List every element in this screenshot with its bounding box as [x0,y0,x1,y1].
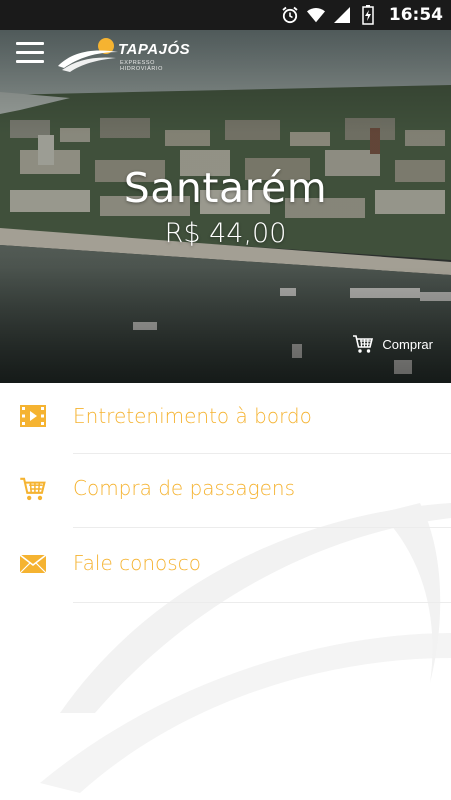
app-logo: TAPAJÓS EXPRESSO HIDROVIÁRIO [56,36,196,74]
buy-button[interactable]: Comprar [352,334,433,354]
menu-item-entertainment[interactable]: Entretenimento à bordo [0,383,451,453]
menu-divider [73,602,451,603]
video-icon [18,401,48,431]
brand-tagline: EXPRESSO HIDROVIÁRIO [120,60,163,72]
menu-icon[interactable] [16,42,44,64]
menu-item-label: Fale conosco [73,551,201,575]
wifi-icon [306,6,325,24]
mail-icon [18,549,48,579]
menu-item-label: Entretenimento à bordo [73,404,312,428]
main-menu: Entretenimento à bordo Compra de passage… [0,383,451,800]
hero-banner: TAPAJÓS EXPRESSO HIDROVIÁRIO Santarém R$… [0,0,451,383]
logo-wave-icon [58,38,118,72]
status-bar: 16:54 [0,0,451,30]
menu-item-contact[interactable]: Fale conosco [0,528,451,598]
menu-item-tickets[interactable]: Compra de passagens [0,454,451,524]
alarm-icon [281,6,299,24]
buy-label: Comprar [382,336,433,352]
cart-icon [353,335,374,353]
destination-city: Santarém [123,164,328,212]
status-time: 16:54 [388,5,443,25]
app-toolbar: TAPAJÓS EXPRESSO HIDROVIÁRIO [0,30,451,78]
battery-icon [359,5,377,25]
brand-name: TAPAJÓS [118,41,191,58]
menu-item-label: Compra de passagens [73,476,296,500]
signal-icon [333,6,351,24]
ticket-price: R$ 44,00 [164,218,287,249]
cart-icon [18,474,48,504]
